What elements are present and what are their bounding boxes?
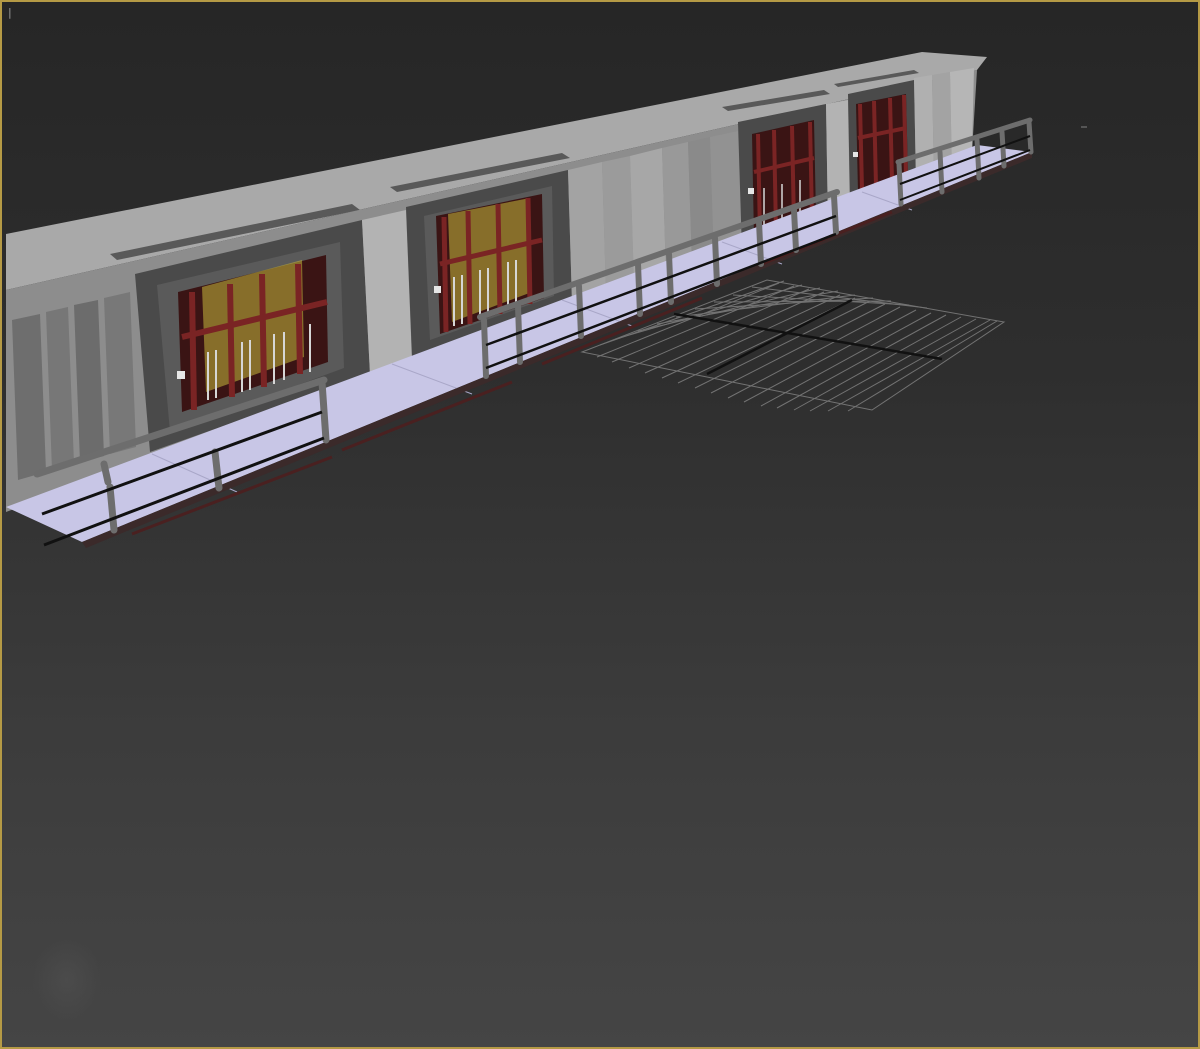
scene-3d-render[interactable] — [2, 2, 1198, 1047]
home-grid-axes — [673, 298, 943, 376]
viewport-gizmo[interactable] — [32, 937, 102, 1022]
wall-pilaster-mid-1 — [362, 210, 412, 374]
perspective-viewport[interactable]: | — [0, 0, 1200, 1049]
scene-marker — [1081, 126, 1087, 128]
